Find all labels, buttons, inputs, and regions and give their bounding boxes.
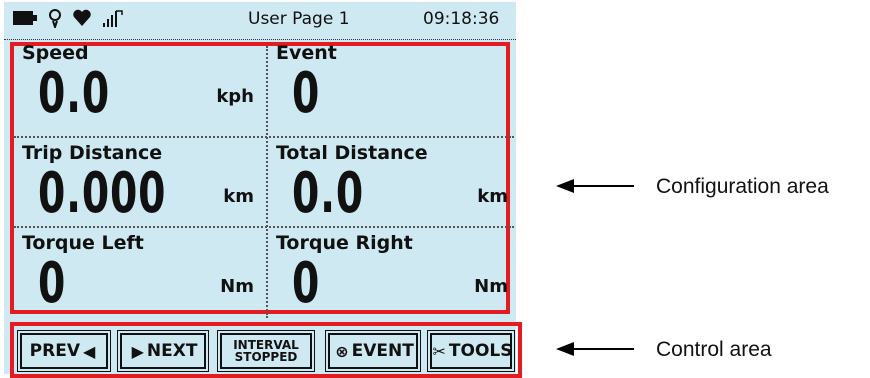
page-title: User Page 1 xyxy=(248,9,350,29)
configuration-area: Speed 0.0 kph Event 0 Trip Distance 0.00… xyxy=(10,40,514,318)
status-bar: User Page 1 09:18:36 xyxy=(4,2,516,38)
next-button[interactable]: ▶ NEXT xyxy=(117,330,209,372)
next-label: NEXT xyxy=(146,341,198,361)
tools-label: TOOLS xyxy=(448,341,513,361)
control-area: PREV ◀ ▶ NEXT INTERVAL STOPPED ⊗ EVENT ✂… xyxy=(10,322,522,378)
field-value: 0 xyxy=(38,251,67,316)
right-triangle-icon: ▶ xyxy=(131,341,144,361)
control-area-label: Control area xyxy=(656,338,772,361)
interval-status: STOPPED xyxy=(234,350,298,364)
battery-icon xyxy=(12,9,38,31)
interval-button[interactable]: INTERVAL STOPPED xyxy=(217,330,315,372)
field-torque-left[interactable]: Torque Left 0 Nm xyxy=(14,230,262,318)
grid-divider-horizontal xyxy=(14,136,514,138)
event-label: EVENT xyxy=(351,341,414,361)
field-value: 0.0 xyxy=(292,161,364,226)
left-triangle-icon: ◀ xyxy=(83,341,96,361)
status-icons xyxy=(12,8,124,32)
field-value: 0 xyxy=(292,61,321,126)
prev-label: PREV xyxy=(29,341,80,361)
arrow-left-icon xyxy=(556,342,574,356)
configuration-arrow xyxy=(556,179,634,193)
device-screen: User Page 1 09:18:36 Speed 0.0 kph Event… xyxy=(4,2,522,378)
signal-icon xyxy=(102,8,124,32)
field-total-distance[interactable]: Total Distance 0.0 km xyxy=(268,140,516,228)
control-arrow xyxy=(556,342,634,356)
field-speed[interactable]: Speed 0.0 kph xyxy=(14,40,262,128)
location-icon xyxy=(48,8,62,32)
field-value: 0.000 xyxy=(38,161,167,226)
configuration-area-label: Configuration area xyxy=(656,175,829,198)
field-unit: Nm xyxy=(220,276,254,297)
clock: 09:18:36 xyxy=(423,9,500,29)
heart-icon xyxy=(72,9,92,31)
field-torque-right[interactable]: Torque Right 0 Nm xyxy=(268,230,516,318)
arrow-left-icon xyxy=(556,179,574,193)
field-unit: km xyxy=(223,186,254,207)
event-button[interactable]: ⊗ EVENT xyxy=(325,330,421,372)
scissors-icon: ✂ xyxy=(432,341,446,361)
field-unit: km xyxy=(477,186,508,207)
field-value: 0.0 xyxy=(38,61,110,126)
field-event[interactable]: Event 0 xyxy=(268,40,516,128)
field-unit: kph xyxy=(216,86,254,107)
prev-button[interactable]: PREV ◀ xyxy=(17,330,111,372)
tools-button[interactable]: ✂ TOOLS xyxy=(427,330,515,372)
field-unit: Nm xyxy=(474,276,508,297)
event-circle-x-icon: ⊗ xyxy=(335,341,349,361)
field-value: 0 xyxy=(292,251,321,316)
field-trip-distance[interactable]: Trip Distance 0.000 km xyxy=(14,140,262,228)
